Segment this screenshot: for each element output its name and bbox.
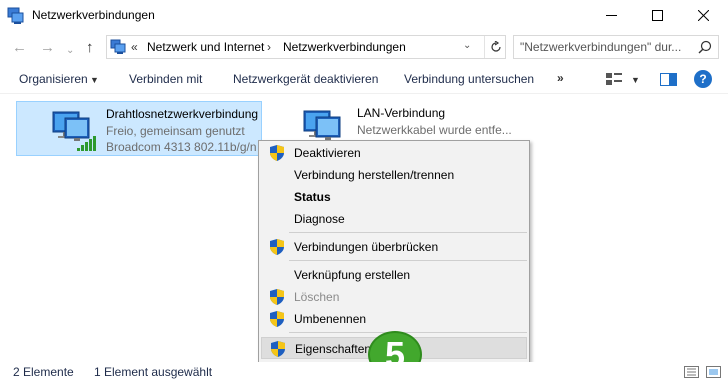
breadcrumb-netzwerkverbindungen[interactable]: Netzwerkverbindungen xyxy=(283,40,406,54)
menu-item-label: Diagnose xyxy=(294,212,345,226)
search-box[interactable]: "Netzwerkverbindungen" dur... xyxy=(513,35,719,59)
uac-shield-icon xyxy=(270,239,284,255)
menu-item-label: Deaktivieren xyxy=(294,146,361,160)
connection-status: Freio, gemeinsam genutzt xyxy=(106,124,245,138)
maximize-icon xyxy=(651,10,663,21)
menu-item-label: Eigenschaften xyxy=(295,342,372,356)
menu-item-loeschen: Löschen xyxy=(261,286,527,308)
menu-item-label: Status xyxy=(294,190,331,204)
menu-item-umbenennen[interactable]: Umbenennen xyxy=(261,308,527,330)
organize-menu-button[interactable]: Organisieren xyxy=(19,72,88,86)
help-icon[interactable]: ? xyxy=(694,70,712,88)
change-view-icon[interactable] xyxy=(606,73,622,86)
address-dropdown-icon[interactable]: ⌄ xyxy=(463,40,471,51)
menu-separator xyxy=(289,332,527,333)
maximize-button[interactable] xyxy=(634,0,680,31)
minimize-icon xyxy=(605,15,617,16)
large-icons-view-icon[interactable] xyxy=(706,366,721,378)
breadcrumb-overflow[interactable]: « xyxy=(131,40,138,54)
connection-name: Drahtlosnetzwerkverbindung xyxy=(106,107,259,121)
connection-adapter: Broadcom 4313 802.11b/g/n xyxy=(106,140,257,154)
recent-locations-chevron-icon[interactable]: ⌄ xyxy=(66,43,74,58)
refresh-button[interactable] xyxy=(484,36,506,58)
menu-separator xyxy=(289,260,527,261)
menu-item-diagnose[interactable]: Diagnose xyxy=(261,208,527,230)
menu-item-verknuepfung-erstellen[interactable]: Verknüpfung erstellen xyxy=(261,264,527,286)
network-folder-icon xyxy=(110,39,126,54)
menu-item-verbindung-herstellen-trennen[interactable]: Verbindung herstellen/trennen xyxy=(261,164,527,186)
connection-item-wireless[interactable]: Drahtlosnetzwerkverbindung Freio, gemein… xyxy=(16,101,262,156)
uac-shield-icon xyxy=(270,289,284,305)
title-bar: Netzwerkverbindungen xyxy=(0,0,728,31)
status-bar: 2 Elemente 1 Element ausgewählt xyxy=(0,362,728,383)
menu-item-label: Löschen xyxy=(294,290,340,304)
menu-item-label: Verknüpfung erstellen xyxy=(294,268,411,282)
disable-device-button[interactable]: Netzwerkgerät deaktivieren xyxy=(233,72,378,86)
diagnose-connection-button[interactable]: Verbindung untersuchen xyxy=(404,72,534,86)
organize-caret-icon[interactable]: ▼ xyxy=(90,75,99,85)
item-count: 2 Elemente xyxy=(13,365,74,379)
command-bar: Organisieren ▼ Verbinden mit Netzwerkger… xyxy=(0,65,728,94)
search-input[interactable]: "Netzwerkverbindungen" dur... xyxy=(520,40,681,54)
menu-separator xyxy=(289,232,527,233)
search-icon xyxy=(698,40,712,54)
menu-item-label: Verbindungen überbrücken xyxy=(294,240,439,254)
more-commands-button[interactable]: » xyxy=(557,71,564,85)
view-options-caret-icon[interactable]: ▼ xyxy=(631,75,640,85)
minimize-button[interactable] xyxy=(588,0,634,31)
navigation-bar: ← → ⌄ ↑ « Netzwerk und Internet › Netzwe… xyxy=(0,31,728,65)
window-title: Netzwerkverbindungen xyxy=(32,8,155,22)
forward-arrow-icon[interactable]: → xyxy=(40,40,55,55)
back-arrow-icon[interactable]: ← xyxy=(12,40,27,55)
menu-item-status[interactable]: Status xyxy=(261,186,527,208)
close-icon xyxy=(697,10,709,21)
refresh-icon xyxy=(490,41,501,52)
selection-count: 1 Element ausgewählt xyxy=(94,365,213,379)
network-connections-app-icon xyxy=(7,7,24,24)
breadcrumb-separator[interactable]: › xyxy=(267,40,271,54)
uac-shield-icon xyxy=(270,311,284,327)
connection-name: LAN-Verbindung xyxy=(357,106,446,120)
address-bar[interactable]: « Netzwerk und Internet › Netzwerkverbin… xyxy=(106,35,506,59)
uac-shield-icon xyxy=(270,145,284,161)
breadcrumb-netzwerk-und-internet[interactable]: Netzwerk und Internet xyxy=(147,40,264,54)
connect-to-button[interactable]: Verbinden mit xyxy=(129,72,202,86)
menu-item-label: Umbenennen xyxy=(294,312,367,326)
connection-status: Netzwerkkabel wurde entfe... xyxy=(357,123,512,137)
menu-item-deaktivieren[interactable]: Deaktivieren xyxy=(261,142,527,164)
details-view-icon[interactable] xyxy=(684,366,699,378)
close-button[interactable] xyxy=(680,0,726,31)
uac-shield-icon xyxy=(271,341,285,357)
up-arrow-icon[interactable]: ↑ xyxy=(86,40,94,55)
preview-pane-icon[interactable] xyxy=(660,73,677,86)
menu-item-verbindungen-ueberbruecken[interactable]: Verbindungen überbrücken xyxy=(261,236,527,258)
wireless-network-adapter-icon xyxy=(52,111,96,151)
menu-item-label: Verbindung herstellen/trennen xyxy=(294,168,455,182)
